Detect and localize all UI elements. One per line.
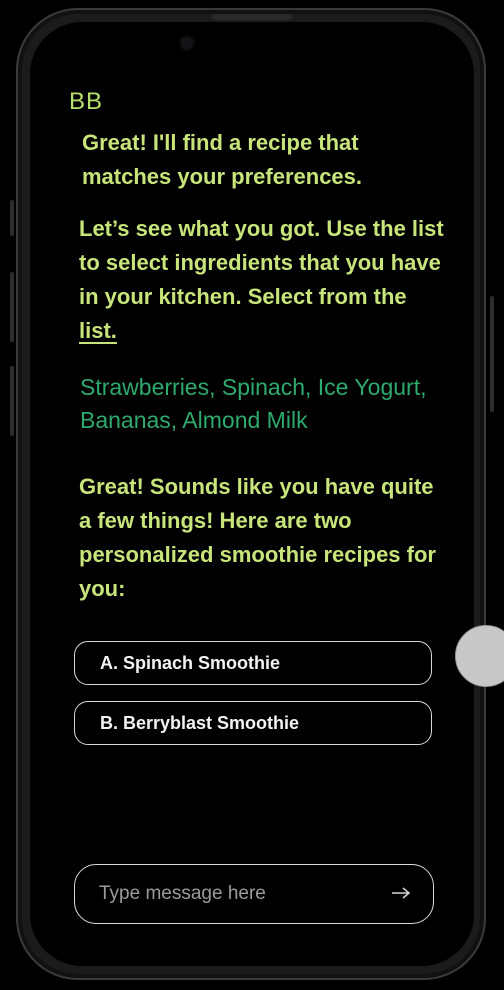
recipe-option-b-button[interactable]: B. Berryblast Smoothie <box>74 701 432 745</box>
recipe-option-a-button[interactable]: A. Spinach Smoothie <box>74 641 432 685</box>
arrow-right-icon <box>390 885 412 904</box>
send-button[interactable] <box>381 874 421 914</box>
mute-switch <box>10 200 14 236</box>
volume-down-button <box>10 366 14 436</box>
bot-message-2-text: Let’s see what you got. Use the list to … <box>79 216 444 309</box>
bot-message-2: Let’s see what you got. Use the list to … <box>79 212 449 348</box>
message-input[interactable] <box>97 882 381 906</box>
volume-up-button <box>10 272 14 342</box>
power-button <box>490 296 494 412</box>
message-composer <box>74 864 434 924</box>
bot-message-1: Great! I'll find a recipe that matches y… <box>82 130 363 189</box>
user-message-1: Strawberries, Spinach, Ice Yogurt, Banan… <box>80 374 427 433</box>
speaker-grille <box>212 14 292 20</box>
device-canvas: BB Great! I'll find a recipe that matche… <box>0 0 504 990</box>
bot-message-3: Great! Sounds like you have quite a few … <box>79 474 436 601</box>
brand-logo: BB <box>69 88 104 115</box>
ingredients-list-link[interactable]: list. <box>79 318 117 343</box>
camera-icon <box>181 37 193 49</box>
